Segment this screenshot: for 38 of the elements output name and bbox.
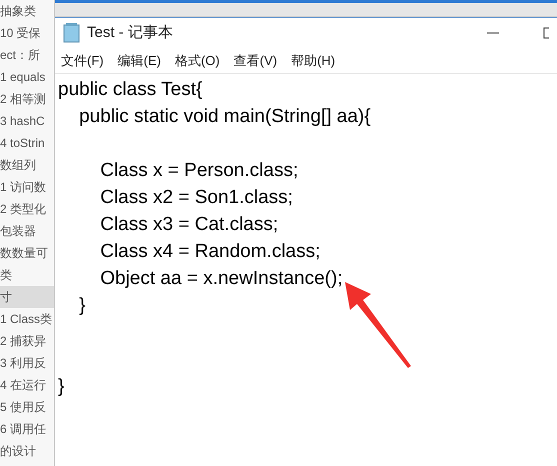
code-line: Class x4 = Random.class;	[99, 241, 320, 262]
outline-item[interactable]: 1 equals	[0, 66, 54, 88]
outline-item[interactable]: 数组列	[0, 154, 54, 176]
outline-item[interactable]: 1 访问数	[0, 176, 54, 198]
outline-item[interactable]: 2 相等测	[0, 88, 54, 110]
outline-item[interactable]: 的设计	[0, 440, 54, 462]
outline-item[interactable]: 1 Class类	[0, 308, 54, 330]
maximize-icon[interactable]	[543, 27, 549, 39]
menu-item[interactable]: 查看(V)	[234, 50, 278, 70]
outline-item[interactable]: 类	[0, 264, 54, 286]
menu-item[interactable]: 帮助(H)	[291, 50, 336, 70]
code-line: Class x3 = Cat.class;	[99, 214, 278, 235]
code-line: Object aa = x.newInstance();	[99, 268, 343, 289]
outline-item[interactable]: 6 调用任	[0, 418, 54, 440]
outline-item[interactable]: 3 hashC	[0, 110, 54, 132]
code-line: public class Test{	[58, 79, 202, 100]
menu-item[interactable]: 文件(F)	[61, 50, 104, 70]
outline-item[interactable]: 2 类型化	[0, 198, 54, 220]
menu-item[interactable]: 格式(O)	[174, 50, 220, 70]
outline-item[interactable]: 数数量可	[0, 242, 54, 264]
outline-item[interactable]: 抽象类	[0, 0, 54, 22]
outline-item[interactable]: 4 在运行	[0, 374, 54, 396]
menu-item[interactable]: 编辑(E)	[118, 50, 161, 70]
outline-item[interactable]: 2 捕获异	[0, 330, 54, 352]
outline-item[interactable]: 10 受保	[0, 22, 54, 44]
code-line: }	[78, 295, 86, 316]
outline-item[interactable]: ect：所	[0, 44, 54, 66]
outline-item[interactable]: 5 使用反	[0, 396, 54, 418]
code-line: }	[58, 376, 64, 397]
outline-item[interactable]: 4 toStrin	[0, 132, 54, 154]
window-title: Test - 记事本	[87, 22, 173, 43]
outline-item[interactable]: 包装器	[0, 220, 54, 242]
outline-item[interactable]: 寸	[0, 286, 54, 308]
notepad-icon	[63, 23, 81, 43]
outline-item[interactable]: 3 利用反	[0, 352, 54, 374]
code-line: Class x2 = Son1.class;	[99, 187, 293, 208]
code-line: public static void main(String[] aa){	[78, 106, 371, 127]
code-line: Class x = Person.class;	[99, 160, 298, 181]
